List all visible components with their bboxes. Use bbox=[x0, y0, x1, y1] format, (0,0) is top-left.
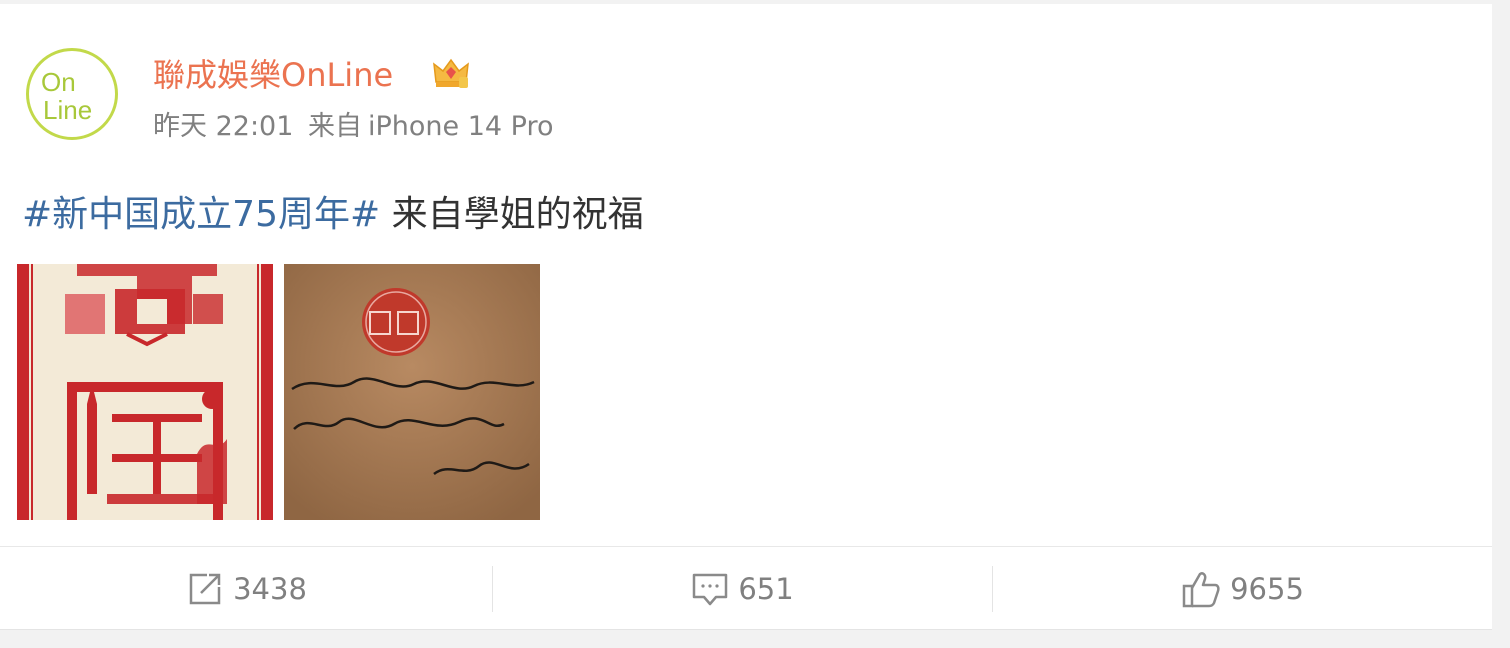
repost-icon bbox=[189, 573, 221, 604]
repost-count: 3438 bbox=[233, 571, 307, 606]
post-meta: 昨天 22:01 来自 iPhone 14 Pro bbox=[153, 104, 560, 143]
post-source: iPhone 14 Pro bbox=[368, 111, 554, 142]
crown-badge-icon[interactable] bbox=[432, 56, 470, 90]
like-count: 9655 bbox=[1230, 571, 1304, 606]
paper-cut-art-image bbox=[17, 264, 273, 520]
comment-icon bbox=[693, 573, 728, 605]
post-content: #新中国成立75周年# 来自學姐的祝福 bbox=[22, 185, 644, 237]
post-time[interactable]: 昨天 22:01 bbox=[153, 111, 293, 142]
svg-text:On: On bbox=[41, 67, 76, 97]
comment-button[interactable]: 651 bbox=[492, 547, 992, 630]
repost-button[interactable]: 3438 bbox=[0, 547, 492, 630]
weibo-post-card: On Line 聯成娛樂OnLine 昨天 22:01 来自 iPhone 14 … bbox=[0, 4, 1492, 630]
online-logo-icon: On Line bbox=[41, 67, 92, 125]
blessing-note-image bbox=[284, 264, 540, 520]
comment-count: 651 bbox=[738, 571, 794, 606]
author-name[interactable]: 聯成娛樂OnLine bbox=[153, 50, 393, 96]
like-icon bbox=[1182, 571, 1220, 607]
like-button[interactable]: 9655 bbox=[992, 547, 1492, 630]
author-avatar[interactable]: On Line bbox=[26, 48, 118, 140]
source-prefix: 来自 bbox=[308, 111, 362, 142]
svg-text:Line: Line bbox=[43, 95, 92, 125]
papercut-image[interactable] bbox=[17, 264, 273, 520]
topic-hashtag-link[interactable]: #新中国成立75周年# bbox=[22, 194, 380, 235]
post-body-text: 来自學姐的祝福 bbox=[380, 194, 644, 235]
handwritten-note-image[interactable] bbox=[284, 264, 540, 520]
